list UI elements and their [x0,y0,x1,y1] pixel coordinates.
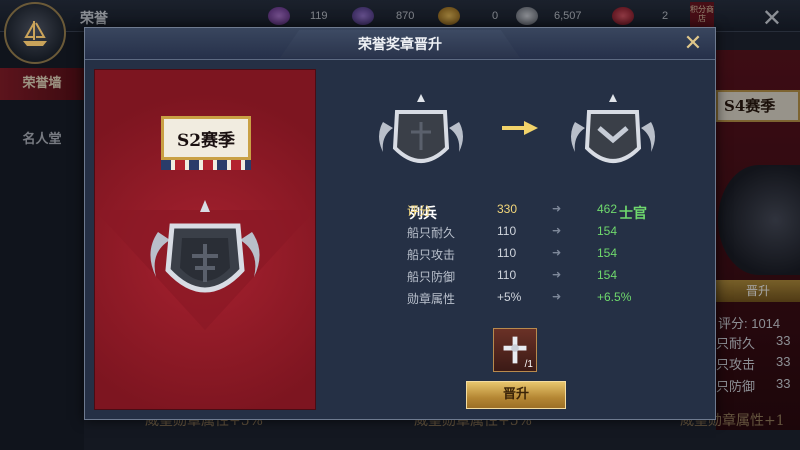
stat-from: 110 [497,224,517,238]
stat-to: 154 [597,224,618,238]
stat-name: 船只攻击 [407,248,456,262]
stat-row-score: 评分 330 ➜ 462 [407,202,647,224]
stat-row-attack: 船只攻击 110 ➜ 154 [407,246,647,268]
stat-from: +5% [497,290,522,304]
arrow-right-icon: ➜ [552,247,562,259]
rank-private-icon [379,94,463,163]
medal-emblem-icon [150,200,260,293]
stat-from: 330 [497,202,518,216]
promotion-dialog: 荣誉奖章晋升 ✕ S2赛季 列兵 士官 评分 330 ➜ 462 船只耐久 11… [84,27,716,420]
required-item-slot[interactable]: /1 [493,328,537,372]
stat-name: 评分 [407,204,432,218]
stat-row-defense: 船只防御 110 ➜ 154 [407,268,647,290]
stat-from: 110 [497,268,517,282]
arrow-right-icon [502,121,538,135]
arrow-right-icon: ➜ [552,291,562,303]
stat-to: +6.5% [597,290,632,304]
dialog-header: 荣誉奖章晋升 ✕ [85,28,715,60]
close-icon[interactable]: ✕ [681,31,705,55]
stat-to: 154 [597,246,618,260]
stat-name: 船只耐久 [407,226,456,240]
stat-name: 船只防御 [407,270,456,284]
medal-ribbon [161,160,251,170]
stat-name: 勋章属性 [407,292,456,306]
medal-card: S2赛季 [94,69,316,410]
ship-logo-icon [4,2,66,64]
stat-to: 462 [597,202,618,216]
stat-row-durability: 船只耐久 110 ➜ 154 [407,224,647,246]
stat-from: 110 [497,246,517,260]
ship-icon [23,21,47,46]
arrow-right-icon: ➜ [552,269,562,281]
season-badge: S2赛季 [161,116,251,160]
promote-button[interactable]: 晋升 [466,381,566,409]
rank-sergeant-icon [571,94,655,163]
arrow-right-icon: ➜ [552,225,562,237]
item-count: /1 [524,359,533,370]
arrow-right-icon: ➜ [552,203,562,215]
stat-row-medal-attr: 勋章属性 +5% ➜ +6.5% [407,290,647,312]
stat-to: 154 [597,268,618,282]
dialog-title: 荣誉奖章晋升 [358,37,442,53]
